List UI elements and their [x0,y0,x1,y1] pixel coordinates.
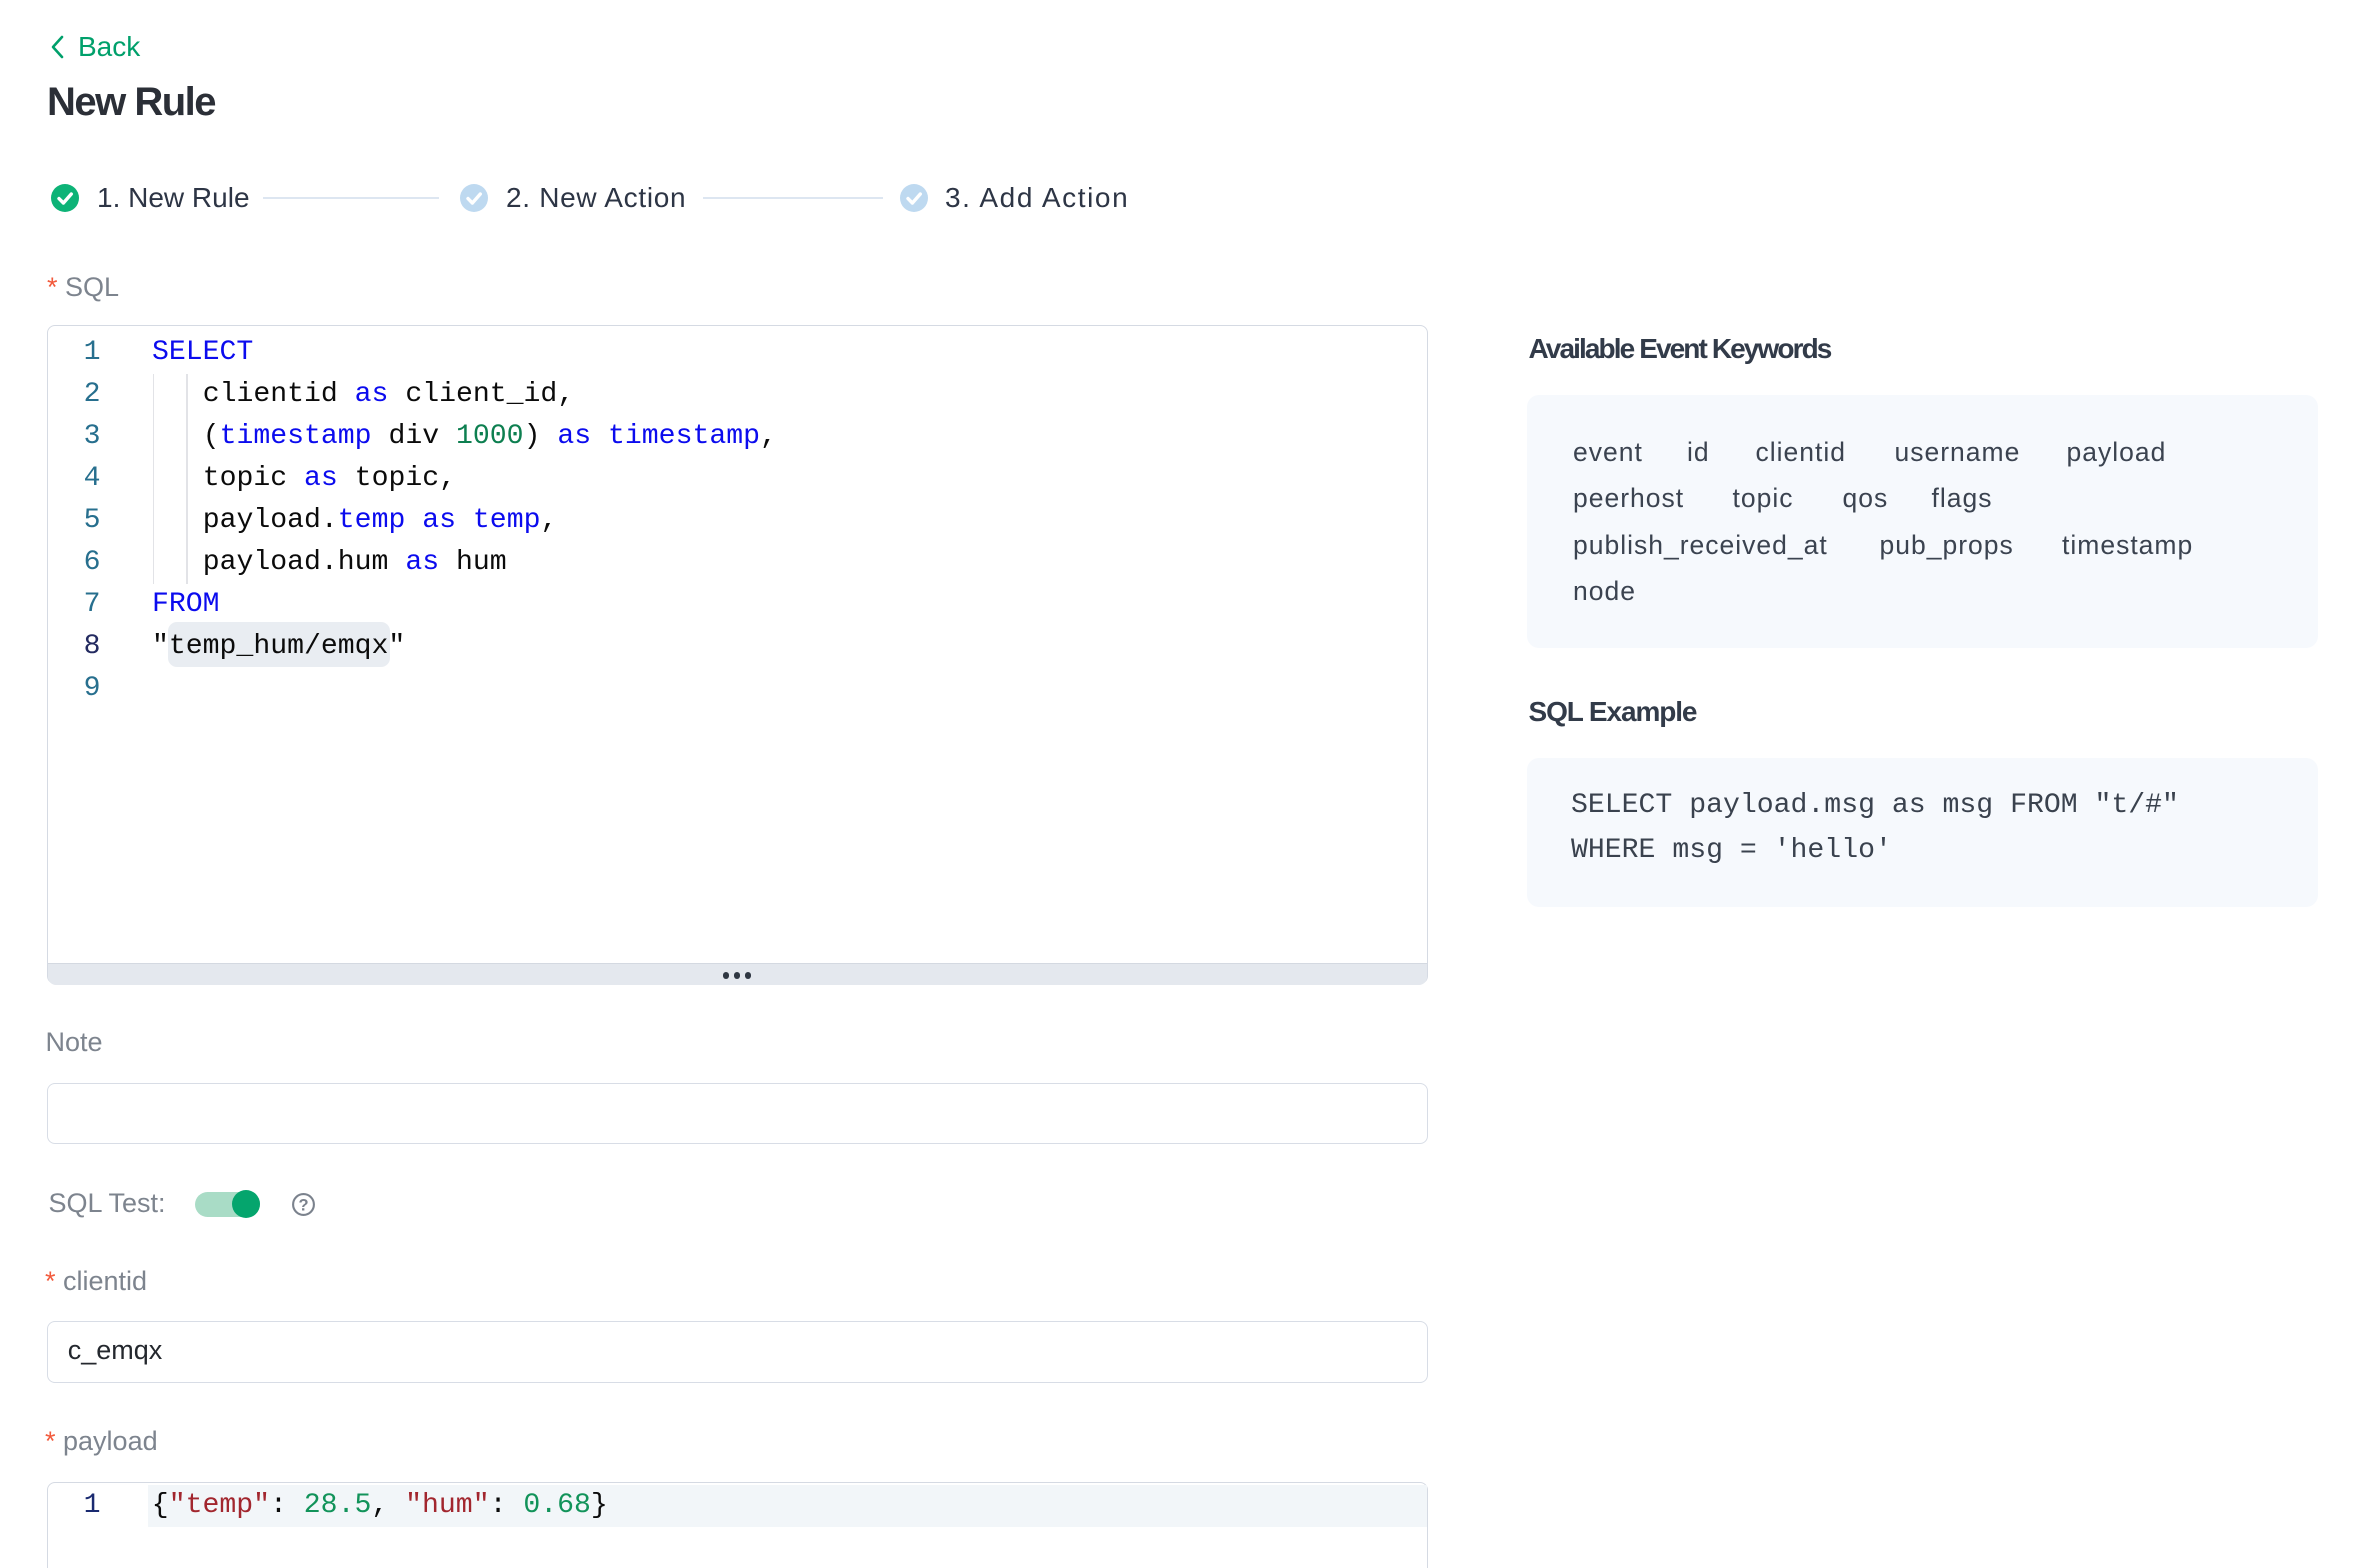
svg-text:?: ? [298,1196,308,1214]
